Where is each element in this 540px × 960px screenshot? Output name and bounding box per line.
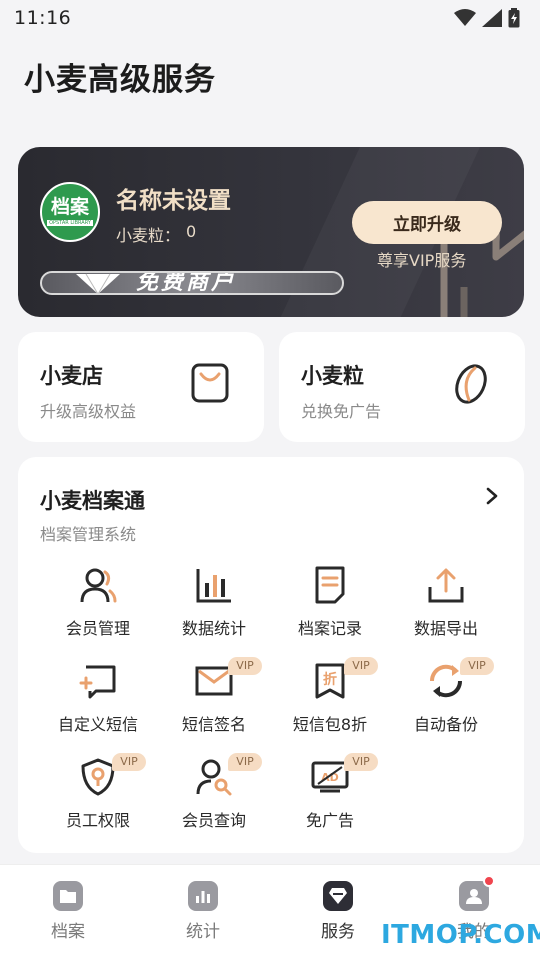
feature-staff-permissions[interactable]: VIP 员工权限 xyxy=(40,753,156,847)
grains-value: 0 xyxy=(186,222,197,241)
vip-card: 档案 OPSTAR LIBRARY 名称未设置 小麦粒： 0 立即升级 尊享VI… xyxy=(18,147,524,317)
nav-tab-stats[interactable]: 统计 xyxy=(162,881,242,951)
feature-label: 自动备份 xyxy=(413,715,478,734)
watermark: ITMOP.COM xyxy=(381,920,540,950)
grains-row: 小麦粒： 0 xyxy=(116,222,196,246)
grain-icon xyxy=(455,364,487,404)
feature-label: 免广告 xyxy=(305,811,354,830)
svg-text:AD: AD xyxy=(321,771,339,784)
feature-member-management[interactable]: 会员管理 xyxy=(40,565,156,655)
feature-label: 自定义短信 xyxy=(57,715,138,734)
feature-archive-records[interactable]: 档案记录 xyxy=(272,565,388,655)
upgrade-button[interactable]: 立即升级 xyxy=(352,201,502,244)
feature-custom-sms[interactable]: 自定义短信 xyxy=(40,661,156,751)
nav-label: 档案 xyxy=(51,922,85,942)
user-name[interactable]: 名称未设置 xyxy=(116,181,231,215)
user-icon xyxy=(78,565,118,605)
feature-data-statistics[interactable]: 数据统计 xyxy=(156,565,272,655)
vip-tag: VIP xyxy=(228,657,262,675)
member-badge: 免费商户 xyxy=(40,271,344,295)
nav-tab-archive[interactable]: 档案 xyxy=(27,881,107,951)
archive-panel-subtitle: 档案管理系统 xyxy=(40,525,137,544)
avatar-subtext: OPSTAR LIBRARY xyxy=(47,220,93,226)
page-title: 小麦高级服务 xyxy=(24,62,216,98)
feature-label: 短信签名 xyxy=(181,715,246,734)
feature-label: 档案记录 xyxy=(297,619,362,638)
feature-data-export[interactable]: 数据导出 xyxy=(388,565,504,655)
status-bar: 11:16 xyxy=(0,0,540,36)
archive-panel-title: 小麦档案通 xyxy=(40,489,145,513)
feature-auto-backup[interactable]: VIP 自动备份 xyxy=(388,657,504,751)
grains-card-title: 小麦粒 xyxy=(301,364,364,388)
status-time: 11:16 xyxy=(14,7,72,29)
shop-card-subtitle: 升级高级权益 xyxy=(40,402,137,421)
vip-tag: VIP xyxy=(344,753,378,771)
upgrade-subtext: 尊享VIP服务 xyxy=(377,251,467,270)
add-message-icon xyxy=(78,661,118,701)
folder-icon xyxy=(53,881,83,911)
document-icon xyxy=(310,565,350,605)
svg-text:折: 折 xyxy=(323,671,337,688)
avatar-text: 档案 xyxy=(50,196,89,218)
grains-label: 小麦粒： xyxy=(116,226,181,245)
feature-sms-discount[interactable]: 折 VIP 短信包8折 xyxy=(272,657,388,751)
diamond-icon xyxy=(76,273,120,293)
nav-label: 统计 xyxy=(186,922,220,942)
notification-dot xyxy=(483,875,495,887)
feature-sms-signature[interactable]: VIP 短信签名 xyxy=(156,657,272,751)
archive-panel: 小麦档案通 档案管理系统 会员管理 数据统计 档案记录 数据导出 自定义短信 V… xyxy=(18,457,524,853)
export-icon xyxy=(426,565,466,605)
vip-tag: VIP xyxy=(228,753,262,771)
feature-label: 数据统计 xyxy=(181,619,246,638)
wifi-icon xyxy=(454,9,476,26)
signal-icon xyxy=(482,9,502,27)
feature-label: 短信包8折 xyxy=(292,715,368,734)
chevron-right-icon[interactable] xyxy=(486,487,498,505)
avatar[interactable]: 档案 OPSTAR LIBRARY xyxy=(40,182,100,242)
status-icons xyxy=(454,8,520,28)
feature-label: 数据导出 xyxy=(413,619,478,638)
diamond-icon xyxy=(323,881,353,911)
nav-label: 服务 xyxy=(321,922,355,942)
shopping-bag-icon xyxy=(191,363,229,403)
stats-icon xyxy=(188,881,218,911)
nav-tab-services[interactable]: 服务 xyxy=(297,881,377,951)
feature-label: 会员查询 xyxy=(181,811,246,830)
feature-label: 会员管理 xyxy=(65,619,130,638)
feature-member-query[interactable]: VIP 会员查询 xyxy=(156,753,272,847)
chart-icon xyxy=(194,565,234,605)
shop-card-title: 小麦店 xyxy=(40,364,103,388)
vip-tag: VIP xyxy=(344,657,378,675)
member-badge-text: 免费商户 xyxy=(136,271,237,295)
feature-label: 员工权限 xyxy=(65,811,130,830)
battery-icon xyxy=(508,8,520,28)
feature-no-ads[interactable]: AD VIP 免广告 xyxy=(272,753,388,847)
grains-card-subtitle: 兑换免广告 xyxy=(301,402,382,421)
vip-tag: VIP xyxy=(460,657,494,675)
shop-card[interactable]: 小麦店 升级高级权益 xyxy=(18,332,264,442)
grains-card[interactable]: 小麦粒 兑换免广告 xyxy=(279,332,525,442)
vip-tag: VIP xyxy=(112,753,146,771)
